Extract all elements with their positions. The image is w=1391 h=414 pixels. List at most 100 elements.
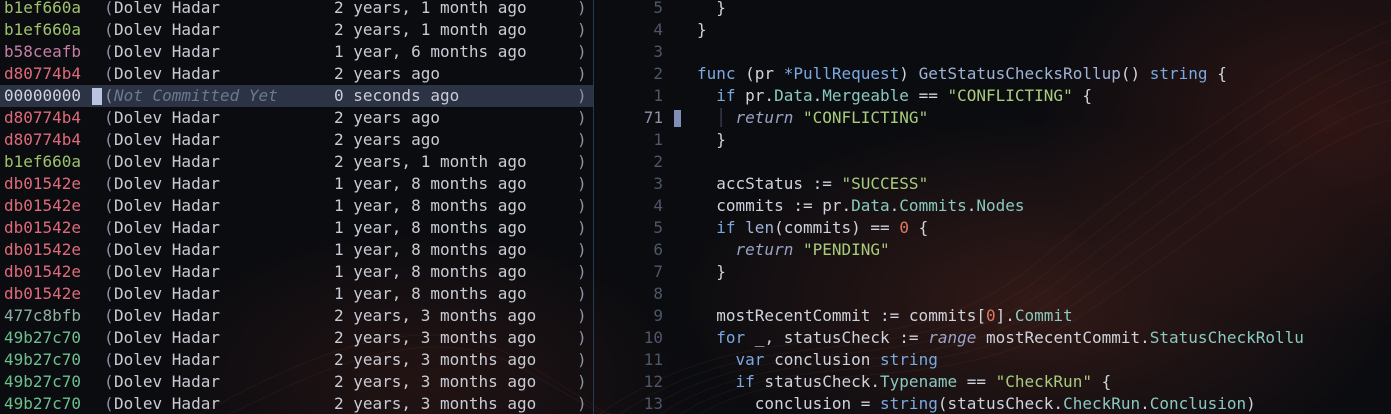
paren-open: ( xyxy=(104,64,114,83)
commit-hash: b58ceafb xyxy=(4,42,82,61)
blame-line[interactable]: db01542e (Dolev Hadar 1 year, 8 months ago… xyxy=(0,217,593,239)
code-token: accStatus := xyxy=(697,174,842,193)
commit-date: 1 year, 8 months ago xyxy=(334,196,527,215)
blame-line[interactable]: 49b27c70 (Dolev Hadar 2 years, 3 months ag… xyxy=(0,327,593,349)
code-text: if pr.Data.Mergeable == "CONFLICTING" { xyxy=(697,85,1092,107)
code-line[interactable]: 7 } xyxy=(594,261,1391,283)
code-line[interactable]: 1 } xyxy=(594,129,1391,151)
code-token: CheckRun xyxy=(1063,394,1141,413)
blame-line[interactable]: d80774b4 (Dolev Hadar 2 years ago) xyxy=(0,107,593,129)
code-line[interactable]: 3 accStatus := "SUCCESS" xyxy=(594,173,1391,195)
blame-line[interactable]: db01542e (Dolev Hadar 1 year, 8 months ago… xyxy=(0,195,593,217)
code-line[interactable]: 1 if pr.Data.Mergeable == "CONFLICTING" … xyxy=(594,85,1391,107)
blame-line[interactable]: b1ef660a (Dolev Hadar 2 years, 1 month ago… xyxy=(0,19,593,41)
code-token: } xyxy=(697,262,726,281)
code-text: } xyxy=(697,129,726,151)
line-number: 11 xyxy=(643,350,663,369)
commit-date: 1 year, 8 months ago xyxy=(334,240,527,259)
paren-open: ( xyxy=(104,328,114,347)
line-number: 4 xyxy=(653,196,663,215)
paren-open: ( xyxy=(104,0,114,17)
commit-hash: 49b27c70 xyxy=(4,372,82,391)
code-line[interactable]: 5 if len(commits) == 0 { xyxy=(594,217,1391,239)
code-line[interactable]: 2 func (pr *PullRequest) GetStatusChecksR… xyxy=(594,63,1391,85)
line-number: 1 xyxy=(653,130,663,149)
code-token: 0 xyxy=(985,306,996,325)
paren-close: ) xyxy=(577,284,587,303)
code-token: Commits xyxy=(899,196,967,215)
code-token: "CONFLICTING" xyxy=(802,108,929,127)
line-number: 1 xyxy=(653,86,663,105)
code-line[interactable]: 11 var conclusion string xyxy=(594,349,1391,371)
paren-close: ) xyxy=(577,372,587,391)
code-line[interactable]: 12 if statusCheck.Typename == "CheckRun"… xyxy=(594,371,1391,393)
blame-line[interactable]: db01542e (Dolev Hadar 1 year, 8 months ago… xyxy=(0,239,593,261)
blame-line[interactable]: b1ef660a (Dolev Hadar 2 years, 1 month ago… xyxy=(0,151,593,173)
code-editor-pane[interactable]: 5 } 4} 3 2 func (pr *PullRequest) GetStatusC… xyxy=(594,0,1391,414)
commit-hash: db01542e xyxy=(4,174,82,193)
blame-line[interactable]: 49b27c70 (Dolev Hadar 2 years, 3 months ag… xyxy=(0,349,593,371)
paren-close: ) xyxy=(577,218,587,237)
commit-date: 2 years, 3 months ago xyxy=(334,394,537,413)
code-token: 0 xyxy=(899,218,909,237)
code-token: "CONFLICTING" xyxy=(947,86,1073,105)
code-token: range xyxy=(928,328,977,347)
commit-author: Dolev Hadar xyxy=(114,42,220,61)
commit-date: 1 year, 8 months ago xyxy=(334,174,527,193)
blame-line[interactable]: d80774b4 (Dolev Hadar 2 years ago) xyxy=(0,63,593,85)
code-line[interactable]: 10 for _, statusCheck := range mostRecen… xyxy=(594,327,1391,349)
git-blame-pane[interactable]: b1ef660a(Dolev Hadar 2 years, 1 month ago… xyxy=(0,0,593,414)
code-line[interactable]: 5 } xyxy=(594,0,1391,19)
code-token: return xyxy=(735,108,794,127)
code-token: } xyxy=(697,130,726,149)
commit-hash: d80774b4 xyxy=(4,108,82,127)
code-text: accStatus := "SUCCESS" xyxy=(697,173,928,195)
commit-author: Dolev Hadar xyxy=(114,130,220,149)
blame-line[interactable]: db01542e (Dolev Hadar 1 year, 8 months ago… xyxy=(0,173,593,195)
blame-line-current[interactable]: 00000000 (Not Committed Yet 0 seconds ago) xyxy=(0,85,593,107)
code-line[interactable]: 9 mostRecentCommit := commits[0].Commit xyxy=(594,305,1391,327)
code-text: func (pr *PullRequest) GetStatusChecksRo… xyxy=(697,63,1227,85)
code-line[interactable]: 3 xyxy=(594,41,1391,63)
line-number: 8 xyxy=(653,284,663,303)
blame-line[interactable]: b58ceafb (Dolev Hadar 1 year, 6 months ago… xyxy=(0,41,593,63)
code-token: _, statusCheck := xyxy=(745,328,929,347)
blame-line[interactable]: db01542e (Dolev Hadar 1 year, 8 months ago… xyxy=(0,283,593,305)
line-number: 2 xyxy=(653,64,663,83)
commit-date: 1 year, 6 months ago xyxy=(334,42,527,61)
paren-open: ( xyxy=(104,262,114,281)
blame-line[interactable]: 477c8bfb (Dolev Hadar 2 years, 3 months ag… xyxy=(0,305,593,327)
code-token: conclusion xyxy=(764,350,881,369)
commit-author: Dolev Hadar xyxy=(114,240,220,259)
blame-line[interactable]: 49b27c70 (Dolev Hadar 2 years, 3 months ag… xyxy=(0,371,593,393)
code-line[interactable]: 6 return "PENDING" xyxy=(594,239,1391,261)
code-token: commits := pr. xyxy=(697,196,852,215)
code-line[interactable]: 4 commits := pr.Data.Commits.Nodes xyxy=(594,195,1391,217)
code-token: string xyxy=(880,350,938,369)
code-line[interactable]: 13 conclusion = string(statusCheck.Check… xyxy=(594,393,1391,414)
code-text: if statusCheck.Typename == "CheckRun" { xyxy=(697,371,1112,393)
code-line[interactable]: 8 xyxy=(594,283,1391,305)
commit-author: Dolev Hadar xyxy=(114,306,220,325)
blame-line[interactable]: db01542e (Dolev Hadar 1 year, 8 months ago… xyxy=(0,261,593,283)
commit-date: 2 years, 3 months ago xyxy=(334,306,537,325)
code-token: Typename xyxy=(880,372,958,391)
line-number: 5 xyxy=(653,0,663,17)
code-text: var conclusion string xyxy=(697,349,938,371)
paren-close: ) xyxy=(577,262,587,281)
blame-line[interactable]: d80774b4 (Dolev Hadar 2 years ago) xyxy=(0,129,593,151)
blame-line[interactable]: 49b27c70 (Dolev Hadar 2 years, 3 months ag… xyxy=(0,393,593,414)
code-line[interactable]: 2 xyxy=(594,151,1391,173)
blame-line[interactable]: b1ef660a (Dolev Hadar 2 years, 1 month ago… xyxy=(0,0,593,19)
paren-open: ( xyxy=(104,306,114,325)
code-token: == xyxy=(908,86,948,105)
paren-open: ( xyxy=(104,350,114,369)
code-token: () xyxy=(1120,64,1150,83)
commit-date: 2 years, 3 months ago xyxy=(334,372,537,391)
code-line[interactable]: 4} xyxy=(594,19,1391,41)
code-token: return xyxy=(735,240,794,259)
code-line-current[interactable]: 71 │ return "CONFLICTING" xyxy=(594,107,1391,129)
